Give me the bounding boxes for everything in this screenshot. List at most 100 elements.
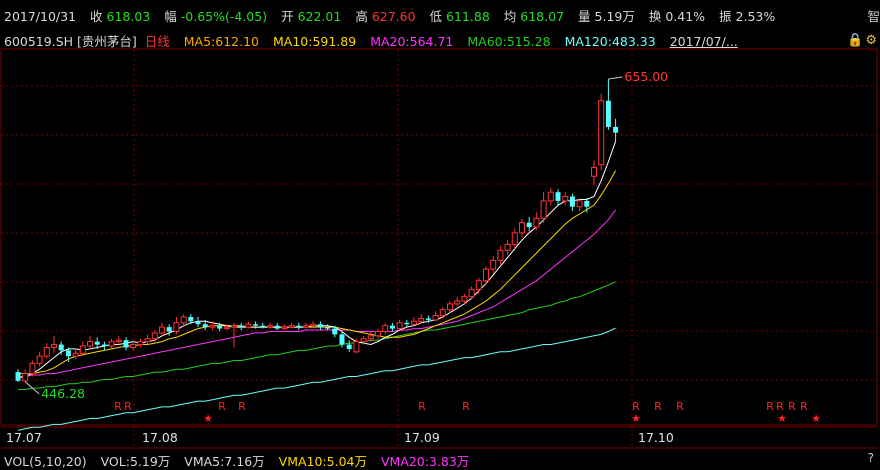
candle-body-down: [317, 324, 323, 328]
candle-body-down: [569, 196, 575, 207]
candle-body-down: [274, 325, 280, 329]
signal-mark: R: [676, 400, 684, 413]
signal-mark: R: [114, 400, 122, 413]
candle-body-up: [519, 222, 525, 234]
signal-mark: R: [238, 400, 246, 413]
signal-mark: R: [800, 400, 808, 413]
candle-body-down: [389, 325, 395, 329]
candle-body-up: [497, 249, 504, 261]
candle-body-up: [180, 316, 187, 324]
candle-body-up: [353, 341, 360, 353]
candle-body-up: [447, 303, 453, 311]
candle-body-up: [547, 191, 554, 202]
candle-body-down: [94, 341, 100, 345]
signal-mark: R: [462, 400, 470, 413]
candle-body-up: [511, 232, 518, 245]
x-tick-label: 17.07: [6, 430, 42, 445]
signal-mark: R: [124, 400, 132, 413]
vma5-legend: VMA5:7.16万: [184, 454, 265, 469]
candle-body-up: [411, 320, 417, 325]
vol-value-legend: VOL:5.19万: [100, 454, 171, 469]
candle-body-up: [454, 300, 461, 305]
candle-body-up: [418, 317, 425, 322]
candle-body-up: [51, 344, 57, 348]
candle-body-up: [43, 346, 50, 357]
signal-mark: ★: [811, 412, 821, 425]
candle-body-up: [36, 355, 43, 364]
x-tick-label: 17.09: [404, 430, 440, 445]
candle-body-up: [108, 341, 115, 347]
candle-body-up: [245, 323, 252, 328]
candle-body-up: [360, 338, 367, 343]
candle-body-down: [339, 334, 345, 345]
candle-body-up: [439, 309, 446, 317]
candle-body-up: [22, 373, 29, 382]
candle-body-down: [15, 372, 21, 381]
signal-mark: ★: [777, 412, 787, 425]
candle-body-up: [432, 315, 439, 321]
candle-body-up: [231, 325, 237, 328]
candle-body-up: [151, 332, 158, 340]
help-icon[interactable]: ?: [868, 451, 874, 465]
candle-body-up: [475, 280, 482, 290]
candle-body-down: [325, 327, 331, 329]
candle-body-up: [303, 325, 309, 328]
candle-body-up: [468, 288, 475, 298]
candle-body-down: [296, 325, 302, 328]
candle-body-down: [605, 100, 611, 127]
signal-mark: R: [218, 400, 226, 413]
candle-body-up: [490, 259, 497, 270]
candle-body-up: [562, 196, 569, 202]
signal-mark: ★: [203, 412, 213, 425]
candle-body-up: [87, 341, 93, 347]
candle-body-down: [332, 328, 338, 335]
x-tick-label: 17.08: [142, 430, 178, 445]
candle-body-up: [382, 325, 389, 332]
candle-body-down: [202, 324, 208, 328]
candle-body-down: [260, 325, 266, 328]
candle-body-down: [58, 344, 64, 351]
candle-body-up: [591, 167, 597, 177]
candle-body-up: [72, 352, 79, 357]
candle-body-down: [404, 322, 410, 325]
candle-body-down: [101, 344, 107, 346]
candle-body-down: [346, 344, 352, 349]
candle-body-up: [576, 200, 583, 208]
volume-legend: VOL(5,10,20) VOL:5.19万 VMA5:7.16万 VMA10:…: [4, 451, 880, 470]
candle-body-up: [29, 362, 36, 375]
candle-body-down: [253, 324, 259, 326]
signal-mark: R: [654, 400, 662, 413]
candle-body-up: [173, 322, 180, 332]
candle-body-up: [540, 200, 547, 219]
candle-body-up: [367, 335, 374, 340]
candle-body-up: [504, 243, 511, 251]
candle-body-down: [166, 327, 172, 332]
kline-chart[interactable]: 446.28655.0017.07 17.08 17.09 17.10R R★R R R R R…: [0, 0, 880, 470]
candle-body-down: [425, 318, 431, 320]
ma10-line: [18, 170, 617, 375]
candle-body-up: [461, 296, 468, 302]
signal-mark: R: [788, 400, 796, 413]
candle-body-up: [288, 325, 295, 328]
candle-body-up: [130, 344, 137, 348]
ma60-line: [18, 281, 616, 390]
plot-frame: [0, 48, 878, 426]
annotation-pointer: [608, 76, 623, 80]
candle-body-down: [238, 325, 244, 328]
candle-body-down: [584, 200, 590, 207]
vma20-legend: VMA20:3.83万: [380, 454, 470, 469]
vol-title: VOL(5,10,20): [4, 454, 87, 469]
x-tick-label: 17.10: [638, 430, 674, 445]
candle-body-down: [195, 321, 201, 325]
candle-body-down: [613, 126, 619, 133]
vma10-legend: VMA10:5.04万: [278, 454, 367, 469]
candle-body-down: [188, 316, 194, 322]
candle-body-up: [79, 345, 86, 354]
candle-body-down: [65, 350, 71, 357]
signal-mark: R: [766, 400, 774, 413]
signal-mark: R: [418, 400, 426, 413]
ma20-line: [18, 209, 617, 377]
candle-body-up: [533, 217, 540, 228]
candle-body-up: [598, 100, 605, 166]
candle-body-up: [375, 330, 381, 337]
